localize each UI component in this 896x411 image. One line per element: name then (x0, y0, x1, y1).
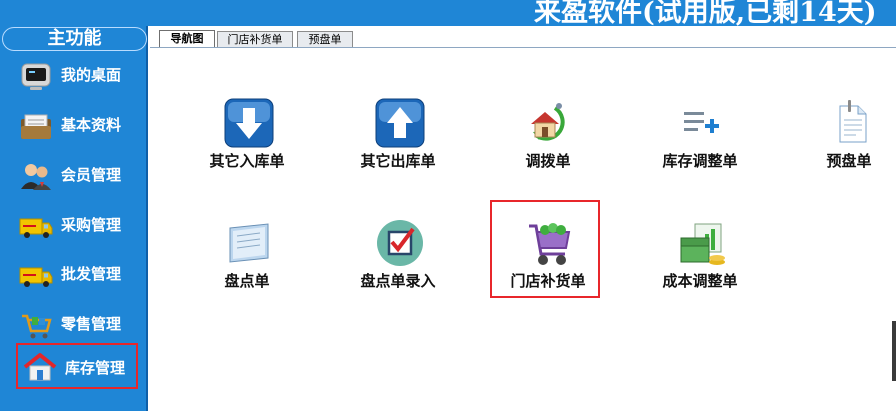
sidebar-item-label: 零售管理 (61, 315, 122, 333)
sidebar-item-label: 批发管理 (61, 265, 122, 283)
sidebar-item-members[interactable]: 会员管理 (14, 156, 138, 196)
truck-icon (19, 267, 53, 287)
transfer-house-icon (531, 103, 565, 141)
tile-label: 门店补货单 (510, 272, 586, 290)
sidebar-item-purchasing[interactable]: 采购管理 (14, 206, 138, 246)
tab-strip: 导航图 门店补货单 预盘单 (150, 26, 896, 48)
sidebar: 主功能 我的桌面 基本资料 会员管理 采购管理 批发管理 零售管理 库存管理 (0, 26, 148, 411)
document-icon (839, 100, 867, 143)
tile-stock-count-entry[interactable]: 盘点单录入 (343, 218, 453, 308)
tile-label: 调拨单 (525, 152, 571, 170)
tile-stock-count[interactable]: 盘点单 (192, 218, 302, 308)
tab-store-replenishment[interactable]: 门店补货单 (217, 31, 293, 48)
sidebar-item-inventory[interactable]: 库存管理 (16, 343, 138, 389)
tile-label: 其它入库单 (209, 152, 285, 170)
sidebar-item-label: 库存管理 (65, 359, 126, 377)
tile-other-inbound[interactable]: 其它入库单 (192, 98, 302, 188)
money-chart-icon (680, 223, 725, 265)
sidebar-item-wholesale[interactable]: 批发管理 (14, 255, 138, 295)
shopping-cart-icon (22, 314, 52, 339)
tab-navigation[interactable]: 导航图 (159, 30, 215, 48)
tile-label: 预盘单 (826, 152, 872, 170)
main-content: 导航图 门店补货单 预盘单 其它入库单 其它出库单 调拨单 库存调整单 预盘单 … (150, 26, 896, 411)
users-icon (21, 164, 51, 190)
shopping-cart-icon (529, 223, 571, 265)
sidebar-item-basic-data[interactable]: 基本资料 (14, 106, 138, 146)
monitor-icon (21, 63, 51, 90)
sidebar-item-retail[interactable]: 零售管理 (14, 305, 138, 345)
tile-transfer[interactable]: 调拨单 (493, 98, 603, 188)
truck-icon (19, 218, 53, 238)
sidebar-item-label: 我的桌面 (61, 66, 122, 84)
folder-icon (21, 114, 51, 139)
sidebar-item-label: 基本资料 (61, 116, 122, 134)
sidebar-item-desktop[interactable]: 我的桌面 (14, 56, 138, 96)
tile-store-replenishment[interactable]: 门店补货单 (493, 218, 603, 308)
arrow-up-icon (375, 98, 425, 148)
tab-pre-count[interactable]: 预盘单 (297, 31, 353, 48)
sidebar-header[interactable]: 主功能 (2, 27, 147, 51)
title-bar: 来盈软件(试用版,已剩14天) (0, 0, 896, 26)
tile-stock-adjustment[interactable]: 库存调整单 (645, 98, 755, 188)
sidebar-item-label: 采购管理 (61, 216, 122, 234)
arrow-down-icon (224, 98, 274, 148)
sidebar-header-label: 主功能 (47, 28, 102, 49)
tile-label: 库存调整单 (662, 152, 738, 170)
house-icon (23, 353, 57, 381)
tile-label: 成本调整单 (662, 272, 738, 290)
list-add-icon (684, 112, 719, 133)
edge-mark (892, 321, 896, 381)
tile-pre-count[interactable]: 预盘单 (794, 98, 896, 188)
clipboard-icon (229, 223, 269, 263)
tile-cost-adjustment[interactable]: 成本调整单 (645, 218, 755, 308)
tile-label: 其它出库单 (360, 152, 436, 170)
tile-label: 盘点单 (224, 272, 270, 290)
tile-label: 盘点单录入 (360, 272, 436, 290)
tile-other-outbound[interactable]: 其它出库单 (343, 98, 453, 188)
checkbox-icon (377, 220, 423, 266)
sidebar-item-label: 会员管理 (61, 166, 122, 184)
tab-divider (150, 47, 896, 48)
window-title: 来盈软件(试用版,已剩14天) (534, 0, 877, 26)
